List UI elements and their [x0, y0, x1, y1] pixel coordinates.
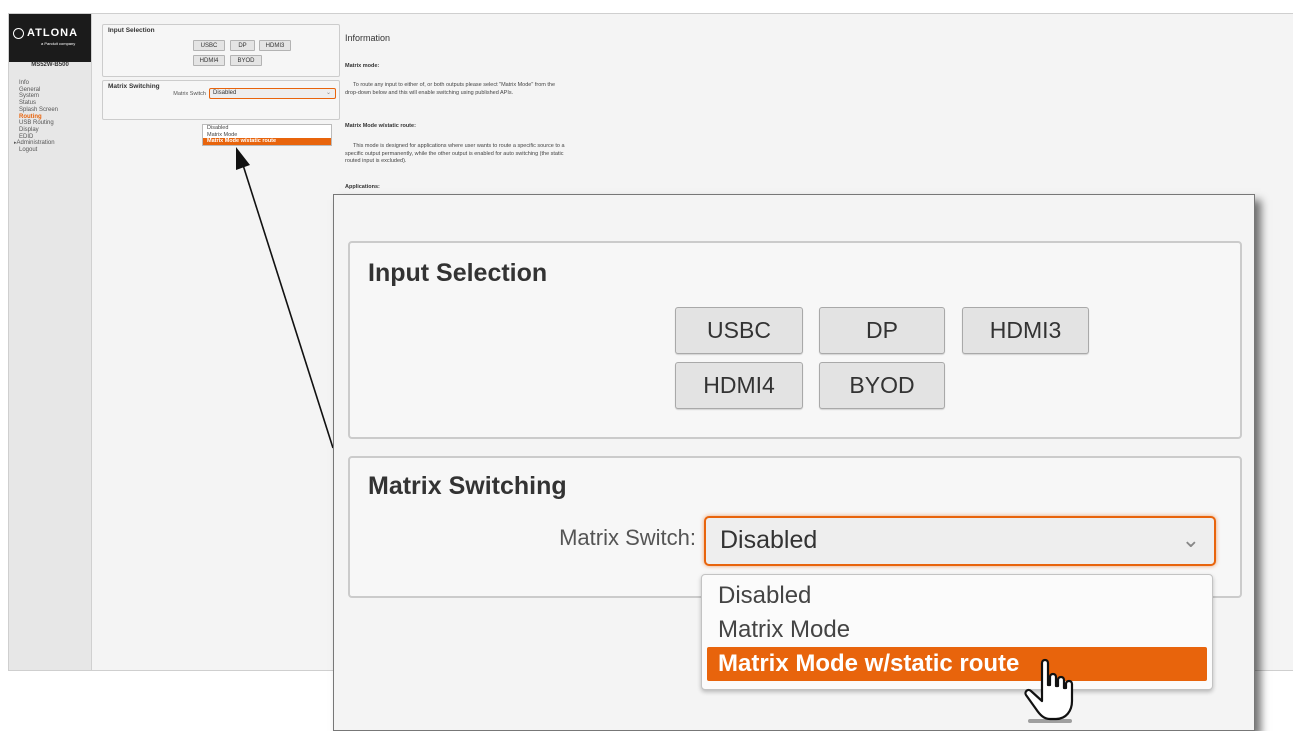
matrix-switching-panel-small: Matrix Switching Matrix Switch Disabled …: [102, 80, 340, 120]
usbc-button-small[interactable]: USBC: [193, 40, 225, 51]
sidebar-item-edid[interactable]: EDID: [19, 134, 58, 141]
hdmi3-button[interactable]: HDMI3: [962, 307, 1089, 354]
information-title: Information: [345, 33, 391, 43]
matrix-mode-heading: Matrix mode:: [345, 63, 380, 69]
matrix-switch-label: Matrix Switch:: [559, 525, 696, 550]
hdmi3-button-small[interactable]: HDMI3: [259, 40, 291, 51]
input-selection-title: Input Selection: [368, 259, 548, 287]
option-matrix-mode[interactable]: Matrix Mode: [702, 613, 1212, 647]
matrix-switch-value-small: Disabled: [213, 90, 237, 96]
static-route-text: This mode is designed for applications w…: [345, 143, 565, 164]
dp-button-small[interactable]: DP: [230, 40, 255, 51]
brand-tagline: a Panduit company: [41, 41, 76, 46]
sidebar-item-usb-routing[interactable]: USB Routing: [19, 120, 58, 127]
chevron-down-icon: ⌄: [1181, 527, 1200, 552]
sidebar: ATLONA a Panduit company MS52W-B500 Info…: [9, 14, 92, 670]
matrix-switching-title: Matrix Switching: [368, 472, 567, 500]
hdmi4-button-small[interactable]: HDMI4: [193, 55, 225, 66]
input-selection-panel: Input Selection USBC DP HDMI3 HDMI4 BYOD: [348, 241, 1242, 439]
usbc-button[interactable]: USBC: [675, 307, 803, 354]
sidebar-item-system[interactable]: System: [19, 93, 58, 100]
sidebar-nav: Info General System Status Splash Screen…: [17, 80, 59, 154]
byod-button-small[interactable]: BYOD: [230, 55, 262, 66]
sidebar-item-info[interactable]: Info: [19, 80, 58, 87]
matrix-switch-select-small[interactable]: Disabled ⌄: [209, 88, 336, 99]
brand-name: ATLONA: [27, 27, 79, 39]
sidebar-item-routing[interactable]: Routing: [19, 114, 58, 121]
sidebar-item-general[interactable]: General: [19, 87, 58, 94]
matrix-switch-label-small: Matrix Switch: [173, 91, 206, 97]
option-matrix-mode-static-route[interactable]: Matrix Mode w/static route: [707, 647, 1207, 681]
hand-pointer-icon: [1024, 658, 1074, 723]
matrix-switch-select[interactable]: Disabled ⌄: [704, 516, 1216, 566]
matrix-switch-dropdown-small: Disabled Matrix Mode Matrix Mode w/stati…: [202, 124, 332, 146]
sidebar-item-status[interactable]: Status: [19, 100, 58, 107]
input-selection-title-small: Input Selection: [108, 27, 155, 34]
sidebar-item-logout[interactable]: Logout: [19, 147, 58, 154]
static-route-heading: Matrix Mode w/static route:: [345, 123, 416, 129]
input-selection-panel-small: Input Selection USBC DP HDMI3 HDMI4 BYOD: [102, 24, 340, 77]
chevron-down-icon: ⌄: [325, 90, 331, 96]
matrix-switching-title-small: Matrix Switching: [108, 83, 160, 90]
byod-button[interactable]: BYOD: [819, 362, 945, 409]
sidebar-item-administration[interactable]: Administration: [14, 140, 58, 147]
device-model: MS52W-B500: [31, 62, 69, 68]
atlona-logo-icon: ATLONA a Panduit company: [9, 14, 91, 62]
matrix-switch-value: Disabled: [720, 526, 818, 554]
option-disabled[interactable]: Disabled: [702, 579, 1212, 613]
zoomed-callout: Input Selection USBC DP HDMI3 HDMI4 BYOD…: [333, 194, 1255, 731]
applications-heading: Applications:: [345, 184, 380, 190]
sidebar-item-splash-screen[interactable]: Splash Screen: [19, 107, 58, 114]
option-static-route-small[interactable]: Matrix Mode w/static route: [203, 138, 331, 145]
dp-button[interactable]: DP: [819, 307, 945, 354]
matrix-mode-text: To route any input to either of, or both…: [345, 82, 556, 96]
matrix-switch-dropdown: Disabled Matrix Mode Matrix Mode w/stati…: [701, 574, 1213, 690]
hdmi4-button[interactable]: HDMI4: [675, 362, 803, 409]
sidebar-item-display[interactable]: Display: [19, 127, 58, 134]
